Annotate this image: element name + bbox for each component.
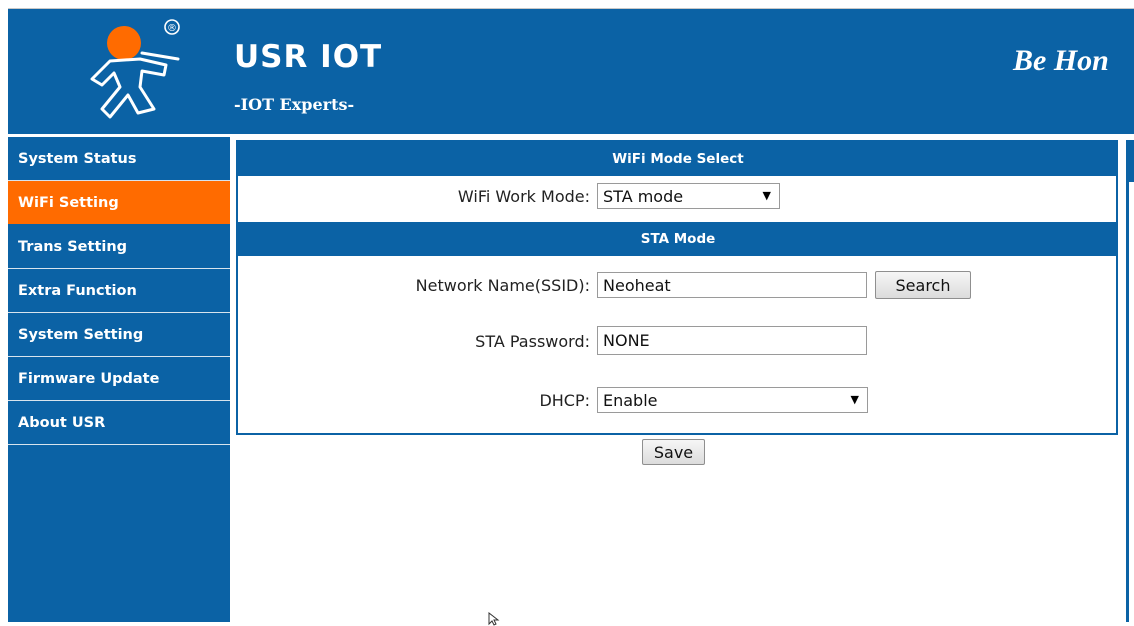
sta-password-input[interactable]: NONE	[597, 326, 867, 355]
header-divider	[8, 134, 1134, 136]
right-edge-frame	[1122, 140, 1134, 622]
right-frame-top	[1126, 140, 1134, 182]
sta-password-value: NONE	[603, 331, 650, 350]
sidebar-item-about-usr[interactable]: About USR	[8, 401, 230, 445]
brand-slogan: Be Hon	[1013, 44, 1109, 77]
search-button-label: Search	[895, 275, 951, 295]
sidebar-item-trans-setting[interactable]: Trans Setting	[8, 225, 230, 269]
dhcp-label: DHCP:	[539, 391, 590, 410]
dhcp-select[interactable]: Enable ▼	[597, 387, 868, 413]
brand-subtitle: -IOT Experts-	[234, 95, 355, 114]
save-button[interactable]: Save	[642, 439, 705, 465]
sidebar-item-system-setting[interactable]: System Setting	[8, 313, 230, 357]
sidebar-item-label: Extra Function	[18, 282, 137, 299]
sta-mode-section-title: STA Mode	[640, 231, 716, 247]
running-man-logo-icon: ®	[90, 19, 180, 119]
sidebar-item-label: About USR	[18, 414, 106, 431]
wifi-work-mode-label: WiFi Work Mode:	[457, 187, 590, 206]
ssid-value: Neoheat	[603, 275, 671, 295]
ssid-input[interactable]: Neoheat	[597, 272, 867, 298]
sta-mode-section-header: STA Mode	[238, 222, 1118, 256]
sidebar-item-extra-function[interactable]: Extra Function	[8, 269, 230, 313]
registered-mark: ®	[167, 23, 177, 34]
sidebar-item-label: Firmware Update	[18, 370, 160, 387]
sidebar-item-system-status[interactable]: System Status	[8, 137, 230, 181]
sta-password-label: STA Password:	[475, 332, 590, 351]
sidebar-item-label: Trans Setting	[18, 238, 128, 255]
sidebar-item-label: System Status	[18, 150, 137, 167]
ssid-label: Network Name(SSID):	[415, 276, 590, 295]
right-frame-line	[1126, 182, 1129, 622]
sidebar-item-firmware-update[interactable]: Firmware Update	[8, 357, 230, 401]
sidebar-item-label: WiFi Setting	[18, 194, 119, 211]
sidebar-item-wifi-setting[interactable]: WiFi Setting	[8, 181, 230, 225]
page-header: ® USR IOT -IOT Experts- Be Hon	[8, 9, 1134, 134]
wifi-mode-section-title: WiFi Mode Select	[612, 151, 744, 167]
brand-title: USR IOT	[234, 39, 383, 75]
save-button-label: Save	[653, 442, 694, 462]
chevron-down-icon: ▼	[762, 189, 771, 202]
sidebar-item-label: System Setting	[18, 326, 144, 343]
chevron-down-icon: ▼	[850, 393, 859, 406]
wifi-work-mode-value: STA mode	[603, 186, 684, 206]
dhcp-value: Enable	[603, 390, 658, 410]
sidebar-nav: System Status WiFi Setting Trans Setting…	[8, 137, 230, 622]
wifi-work-mode-select[interactable]: STA mode ▼	[597, 183, 780, 209]
mouse-cursor-icon	[488, 612, 500, 626]
top-border	[8, 0, 1134, 9]
wifi-mode-section-header: WiFi Mode Select	[238, 142, 1118, 176]
search-button[interactable]: Search	[875, 271, 971, 299]
